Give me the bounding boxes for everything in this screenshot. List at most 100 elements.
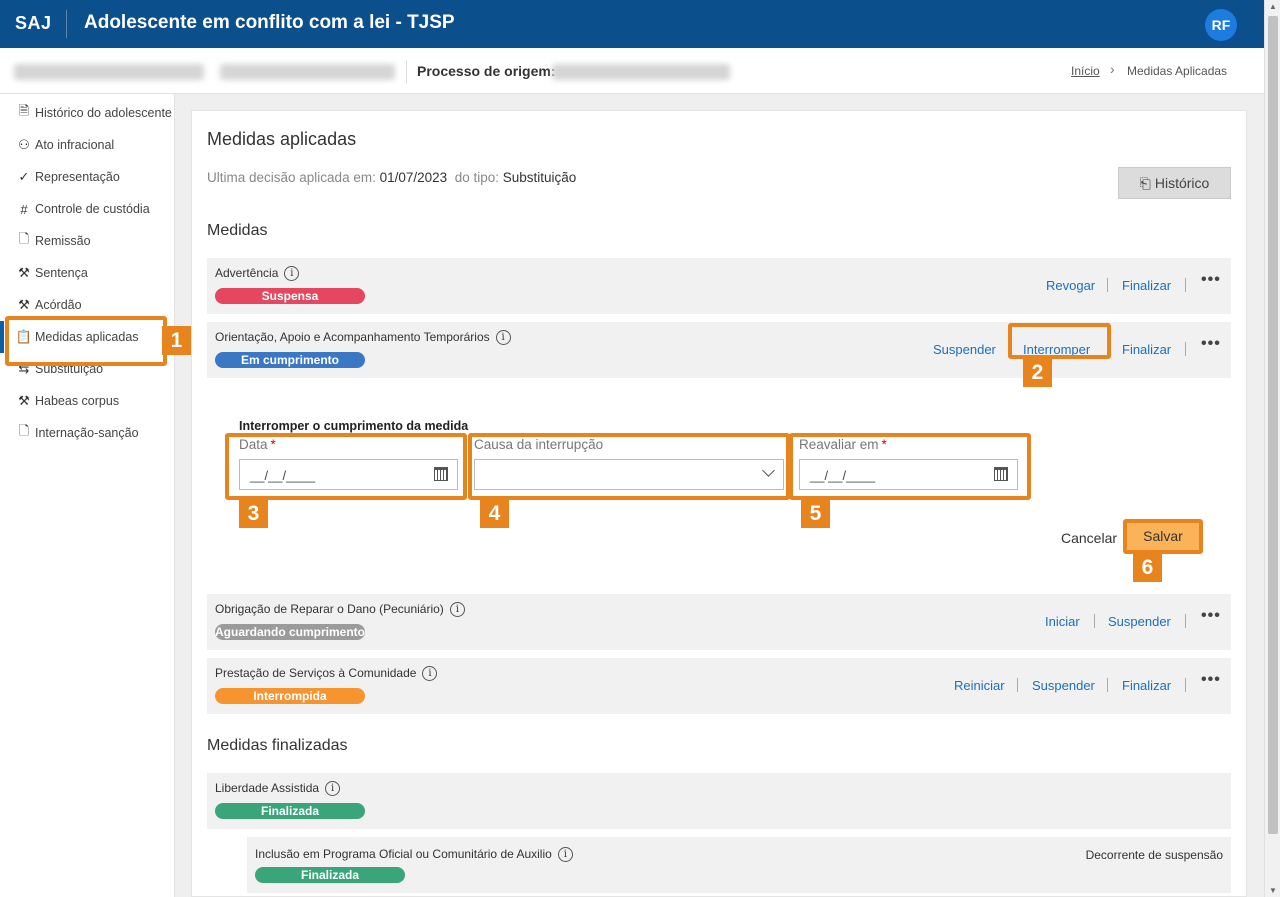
sidebar-item-controle-custodia[interactable]: # Controle de custódia <box>0 193 175 225</box>
finalize-button[interactable]: Finalizar <box>1122 678 1171 693</box>
more-options-icon[interactable]: ••• <box>1201 335 1221 353</box>
status-badge: Interrompida <box>215 688 365 704</box>
interrupt-form-title: Interromper o cumprimento da medida <box>239 419 469 433</box>
grid-icon: # <box>20 201 28 217</box>
user-avatar[interactable]: RF <box>1205 9 1237 41</box>
sidebar-item-representacao[interactable]: ✓ Representação <box>0 161 175 193</box>
more-options-icon[interactable]: ••• <box>1201 671 1221 689</box>
history-button-label: Histórico <box>1154 175 1210 191</box>
sidebar-item-label: Remissão <box>35 234 91 248</box>
scroll-thumb[interactable] <box>1268 16 1278 834</box>
decision-type-label: do tipo: <box>454 170 499 185</box>
status-badge: Finalizada <box>255 867 405 883</box>
sidebar-item-label: Acórdão <box>35 298 82 312</box>
gavel-icon: ⚒ <box>18 393 30 408</box>
redacted-party-name <box>14 64 204 80</box>
app-logo[interactable]: SAJ <box>15 13 52 34</box>
save-button[interactable]: Salvar <box>1123 519 1203 554</box>
action-divider <box>1185 614 1186 628</box>
redacted-process-number <box>220 64 395 80</box>
status-badge: Suspensa <box>215 288 365 304</box>
page-scrollbar[interactable]: ▲ ▼ <box>1264 0 1280 897</box>
sidebar-nav: 🗎 Histórico do adolescente ⚇ Ato infracion… <box>0 94 175 897</box>
annotation-number-3: 3 <box>239 499 268 528</box>
finalized-measure-row: Liberdade Assistida i Finalizada <box>207 773 1231 829</box>
info-icon[interactable]: i <box>557 847 573 863</box>
header-divider <box>66 10 67 38</box>
sidebar-item-label: Habeas corpus <box>35 394 120 408</box>
action-divider <box>1107 678 1108 692</box>
action-divider <box>1185 278 1186 292</box>
sidebar-item-label: Ato infracional <box>35 138 115 152</box>
annotation-highlight-2 <box>1008 323 1111 359</box>
sidebar-item-ato-infracional[interactable]: ⚇ Ato infracional <box>0 129 175 161</box>
document-edit-icon: 🗋 <box>18 231 30 246</box>
history-button[interactable]: ⎗ Histórico <box>1118 167 1231 199</box>
start-button[interactable]: Iniciar <box>1045 614 1080 629</box>
sidebar-item-label: Sentença <box>35 266 88 280</box>
info-icon[interactable]: i <box>422 666 438 682</box>
action-divider <box>1094 614 1095 628</box>
more-options-icon[interactable]: ••• <box>1201 607 1221 625</box>
status-badge: Finalizada <box>215 803 365 819</box>
measure-name: Obrigação de Reparar o Dano (Pecuniário)… <box>215 602 465 618</box>
sidebar-item-label: Internação-sanção <box>35 426 139 440</box>
measure-row: Prestação de Serviços à Comunidade i Inte… <box>207 658 1231 714</box>
measure-row: Obrigação de Reparar o Dano (Pecuniário)… <box>207 594 1231 650</box>
annotation-highlight-5 <box>789 433 1031 500</box>
suspend-button[interactable]: Suspender <box>1108 614 1171 629</box>
info-icon[interactable]: i <box>284 266 300 282</box>
annotation-number-5: 5 <box>801 499 830 528</box>
sidebar-item-label: Representação <box>35 170 120 184</box>
measures-section-title: Medidas <box>207 222 268 239</box>
measure-row: Advertência i Suspensa Revogar Finalizar … <box>207 258 1231 314</box>
finalized-note: Decorrente de suspensão <box>1085 848 1223 862</box>
sidebar-item-internacao-sancao[interactable]: 🗋 Internação-sanção <box>0 417 175 449</box>
measure-name: Advertência i <box>215 266 300 282</box>
cancel-button[interactable]: Cancelar <box>1061 530 1117 546</box>
suspend-button[interactable]: Suspender <box>1032 678 1095 693</box>
finalized-sub-measure-row: Inclusão em Programa Oficial ou Comunitá… <box>247 837 1231 893</box>
page-title: Medidas aplicadas <box>207 129 357 149</box>
app-header: SAJ Adolescente em conflito com a lei - … <box>0 0 1264 48</box>
action-divider <box>1107 278 1108 292</box>
document-edit-icon: 🗋 <box>18 423 30 438</box>
scroll-up-icon[interactable]: ▲ <box>1269 2 1277 11</box>
action-divider <box>1185 678 1186 692</box>
measure-name: Prestação de Serviços à Comunidade i <box>215 666 438 682</box>
revoke-button[interactable]: Revogar <box>1046 278 1095 293</box>
sidebar-item-sentenca[interactable]: ⚒ Sentença <box>0 257 175 289</box>
last-decision-date: 01/07/2023 <box>379 170 448 185</box>
gavel-icon: ⚒ <box>18 265 30 280</box>
finalize-button[interactable]: Finalizar <box>1122 342 1171 357</box>
origin-process-label: Processo de origem: <box>417 63 556 79</box>
annotation-highlight-1 <box>5 316 167 366</box>
more-options-icon[interactable]: ••• <box>1201 271 1221 289</box>
breadcrumb-current: Medidas Aplicadas <box>1127 64 1228 78</box>
finalize-button[interactable]: Finalizar <box>1122 278 1171 293</box>
process-subheader: Processo de origem: Início › Medidas Apl… <box>0 48 1264 94</box>
sidebar-item-historico[interactable]: 🗎 Histórico do adolescente <box>0 97 175 129</box>
annotation-highlight-4 <box>468 433 790 500</box>
history-icon: ⎗ <box>1139 174 1151 191</box>
restart-button[interactable]: Reiniciar <box>954 678 1005 693</box>
finalized-section-title: Medidas finalizadas <box>207 737 348 754</box>
annotation-number-6: 6 <box>1133 553 1162 582</box>
document-icon: 🗎 <box>18 103 30 118</box>
chevron-right-icon: › <box>1110 61 1115 77</box>
annotation-number-4: 4 <box>480 499 509 528</box>
info-icon[interactable]: i <box>449 602 465 618</box>
breadcrumb-home-link[interactable]: Início <box>1071 64 1100 78</box>
measure-name: Liberdade Assistida i <box>215 781 341 797</box>
info-icon[interactable]: i <box>495 330 511 346</box>
person-icon: ⚇ <box>18 137 30 152</box>
sidebar-item-remissao[interactable]: 🗋 Remissão <box>0 225 175 257</box>
info-icon[interactable]: i <box>325 781 341 797</box>
suspend-button[interactable]: Suspender <box>933 342 996 357</box>
check-icon: ✓ <box>18 169 30 184</box>
redacted-origin-process <box>552 64 730 80</box>
measure-name: Orientação, Apoio e Acompanhamento Tempo… <box>215 330 511 346</box>
scroll-down-icon[interactable]: ▼ <box>1269 886 1277 895</box>
annotation-number-1: 1 <box>162 326 191 355</box>
sidebar-item-habeas-corpus[interactable]: ⚒ Habeas corpus <box>0 385 175 417</box>
